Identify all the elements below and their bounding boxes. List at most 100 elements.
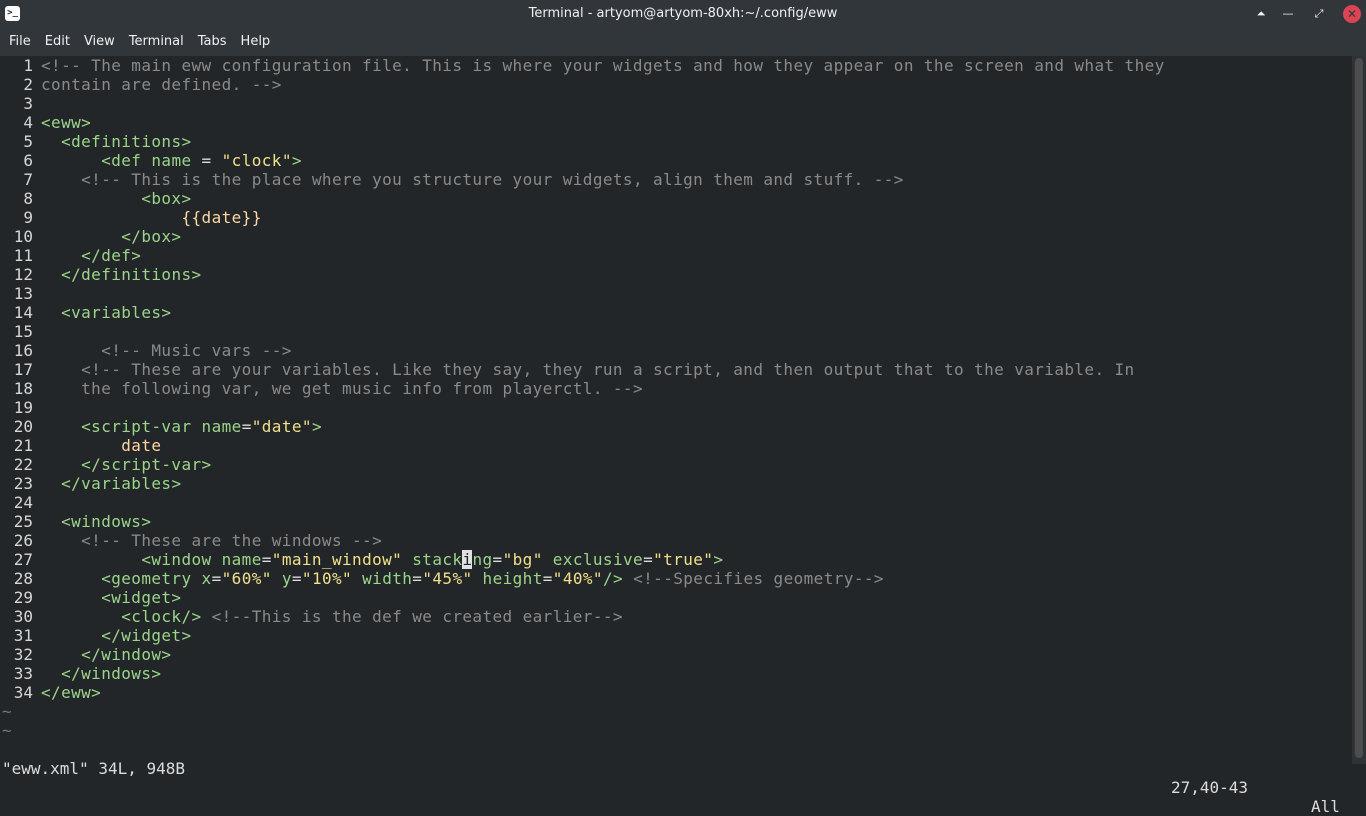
- code-line: 32 </window>: [0, 645, 171, 664]
- code-token: >: [291, 151, 302, 170]
- code-token: "10%": [301, 569, 353, 588]
- code-text: <script-var name="date">: [41, 417, 322, 436]
- code-token: name: [141, 151, 202, 170]
- code-text: <definitions>: [41, 132, 192, 151]
- code-token: <eww>: [41, 113, 92, 132]
- code-line: 16 <!-- Music vars -->: [0, 341, 292, 360]
- terminal-area[interactable]: 1 <!-- The main eww configuration file. T…: [0, 56, 1352, 764]
- code-token: "40%": [552, 569, 603, 588]
- scroll-percent: All: [1311, 797, 1340, 816]
- code-line: 8 <box>: [0, 189, 191, 208]
- line-number: 28: [13, 569, 33, 588]
- code-token: </definitions>: [61, 265, 202, 284]
- menu-file[interactable]: File: [2, 28, 38, 56]
- code-token: x: [191, 569, 212, 588]
- code-token: </def>: [81, 246, 142, 265]
- code-line: 28 <geometry x="60%" y="10%" width="45%"…: [0, 569, 884, 588]
- code-token: <window: [141, 550, 212, 569]
- code-text: contain are defined. -->: [41, 75, 282, 94]
- code-text: <widget>: [41, 588, 181, 607]
- line-number: 21: [13, 436, 33, 455]
- menubar: File Edit View Terminal Tabs Help: [0, 28, 1366, 56]
- code-token: />: [602, 569, 624, 588]
- code-token: <variables>: [61, 303, 172, 322]
- line-number: 31: [13, 626, 33, 645]
- menu-view[interactable]: View: [77, 28, 122, 56]
- code-text: </definitions>: [41, 265, 202, 284]
- code-token: "date": [251, 417, 312, 436]
- code-line: 5 <definitions>: [0, 132, 191, 151]
- line-number: 20: [13, 417, 33, 436]
- code-token: y: [271, 569, 292, 588]
- empty-line-marker: ~: [2, 721, 12, 740]
- code-token: date: [121, 436, 162, 455]
- code-text: the following var, we get music info fro…: [41, 379, 643, 398]
- code-token: ng: [472, 550, 493, 569]
- code-token: >: [311, 417, 322, 436]
- code-token: <def: [101, 151, 142, 170]
- cursor-position: 27,40-43: [1171, 778, 1249, 797]
- code-token: <clock/>: [121, 607, 202, 626]
- line-number: 10: [13, 227, 33, 246]
- minimize-icon[interactable]: —: [1279, 5, 1297, 23]
- window-title: Terminal - artyom@artyom-80xh:~/.config/…: [528, 6, 838, 21]
- code-line: 29 <widget>: [0, 588, 181, 607]
- line-number: 19: [13, 398, 33, 417]
- code-token: "true": [653, 550, 714, 569]
- line-number: 33: [13, 664, 33, 683]
- menu-edit[interactable]: Edit: [38, 28, 77, 56]
- code-text: </def>: [41, 246, 141, 265]
- scrollbar-thumb[interactable]: [1355, 58, 1363, 758]
- code-line: 3: [0, 94, 33, 113]
- code-line: 34 </eww>: [0, 683, 101, 702]
- code-token: >: [713, 550, 724, 569]
- menu-terminal[interactable]: Terminal: [122, 28, 191, 56]
- code-token: "main_window": [271, 550, 403, 569]
- line-number: 4: [23, 113, 33, 132]
- code-text: </widget>: [41, 626, 192, 645]
- code-token: =: [241, 417, 252, 436]
- window-titlebar[interactable]: >_ Terminal - artyom@artyom-80xh:~/.conf…: [0, 0, 1366, 28]
- code-token: the following var, we get music info fro…: [81, 379, 643, 398]
- menu-tabs[interactable]: Tabs: [191, 28, 234, 56]
- line-number: 1: [23, 56, 33, 75]
- code-text: </windows>: [41, 664, 161, 683]
- code-line: 17 <!-- These are your variables. Like t…: [0, 360, 1134, 379]
- code-line: 12 </definitions>: [0, 265, 201, 284]
- code-token: <geometry: [101, 569, 192, 588]
- close-icon[interactable]: ✕: [1343, 5, 1361, 23]
- restore-icon[interactable]: ⤢: [1310, 5, 1328, 23]
- scrollbar[interactable]: [1352, 56, 1366, 764]
- code-token: height: [472, 569, 543, 588]
- code-token: stack: [402, 550, 463, 569]
- code-line: 14 <variables>: [0, 303, 171, 322]
- code-text: <clock/> <!--This is the def we created …: [41, 607, 623, 626]
- code-token: "bg": [502, 550, 543, 569]
- line-number: 22: [13, 455, 33, 474]
- code-line: 9 {{date}}: [0, 208, 261, 227]
- line-number: 11: [13, 246, 33, 265]
- menu-help[interactable]: Help: [234, 28, 278, 56]
- line-number: 3: [23, 94, 33, 113]
- line-number: 32: [13, 645, 33, 664]
- code-line: 1 <!-- The main eww configuration file. T…: [0, 56, 1164, 75]
- code-line: 20 <script-var name="date">: [0, 417, 322, 436]
- code-line: 2 contain are defined. -->: [0, 75, 281, 94]
- code-token: <!-- This is the place where you structu…: [81, 170, 904, 189]
- code-token: <script-var: [81, 417, 192, 436]
- code-text: <!-- This is the place where you structu…: [41, 170, 904, 189]
- code-line: 10 </box>: [0, 227, 181, 246]
- code-line: 30 <clock/> <!--This is the def we creat…: [0, 607, 623, 626]
- code-token: name: [191, 417, 242, 436]
- keep-above-icon[interactable]: ⏶: [1252, 5, 1270, 23]
